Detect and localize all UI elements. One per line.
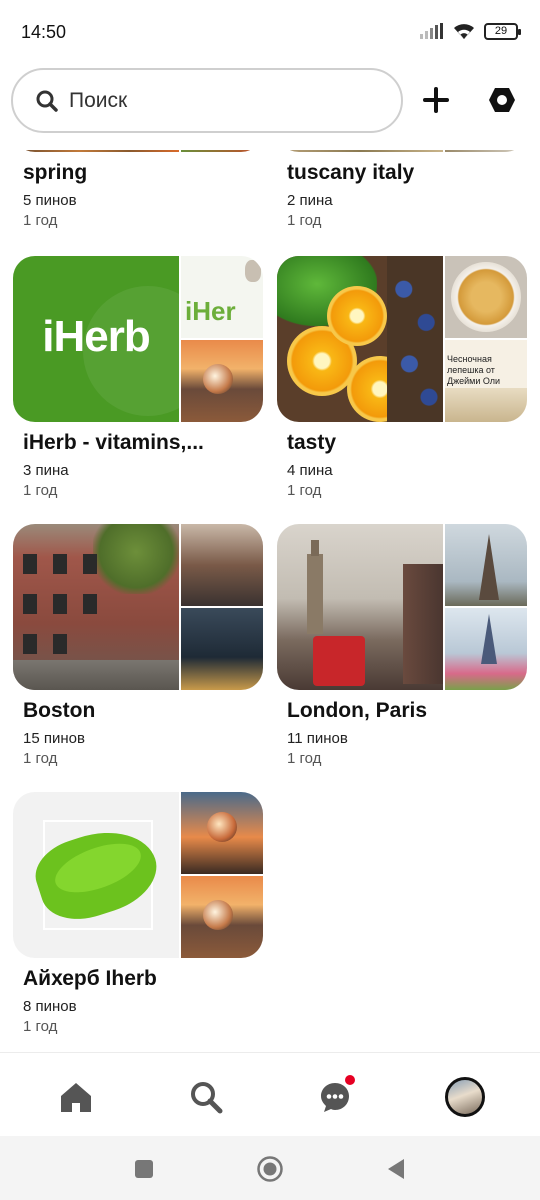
board-cover <box>277 524 527 690</box>
add-button[interactable] <box>416 80 456 120</box>
search-placeholder: Поиск <box>69 88 128 112</box>
board-age: 1 год <box>23 750 58 767</box>
status-time: 14:50 <box>21 22 67 42</box>
board-age: 1 год <box>23 212 58 229</box>
nav-messages[interactable] <box>313 1075 357 1119</box>
boards-grid: spring 5 пинов 1 год tuscany italy 2 пин… <box>0 150 540 1050</box>
board-pin-count: 3 пина <box>23 462 69 479</box>
search-icon <box>36 90 58 112</box>
home-icon <box>61 1083 91 1112</box>
nav-home[interactable] <box>54 1075 98 1119</box>
nav-profile[interactable] <box>443 1075 487 1119</box>
eiffel-tower-window-image <box>445 524 527 606</box>
board-age: 1 год <box>287 750 322 767</box>
board-title: Boston <box>23 699 96 722</box>
circle-home-icon <box>257 1156 283 1182</box>
board-age: 1 год <box>23 482 58 499</box>
garlic-flatbread-image: Чесночная лепешка от Джейми Оли <box>445 340 527 422</box>
board-card-aiherb[interactable]: Айхерб Iherb 8 пинов 1 год <box>13 792 263 1035</box>
status-bar: 14:50 29 <box>0 0 540 64</box>
board-title: spring <box>23 161 88 184</box>
system-nav-bar <box>0 1136 540 1200</box>
boston-night-image <box>181 608 263 690</box>
board-title: London, Paris <box>287 699 428 722</box>
iherb-side-image: iHer <box>181 256 263 338</box>
battery-indicator: 29 <box>484 22 521 40</box>
board-title: tuscany italy <box>287 161 415 184</box>
london-bus-image <box>277 524 443 690</box>
triangle-back-icon <box>388 1159 404 1179</box>
oranges-blueberries-image <box>277 256 443 422</box>
board-card-iherb[interactable]: iHerb iHer iHerb - vitamins,... 3 пина 1… <box>13 256 263 499</box>
board-age: 1 год <box>287 212 322 229</box>
board-cover-partial <box>277 150 527 152</box>
wifi-icon <box>454 24 474 39</box>
board-card-tasty[interactable]: Чесночная лепешка от Джейми Оли tasty 4 … <box>277 256 527 499</box>
battery-level: 29 <box>494 25 508 37</box>
board-pin-count: 4 пина <box>287 462 333 479</box>
board-title: Айхерб Iherb <box>23 967 157 990</box>
board-pin-count: 8 пинов <box>23 998 77 1015</box>
bottom-nav <box>0 1052 540 1136</box>
board-pin-count: 15 пинов <box>23 730 85 747</box>
board-cover <box>13 792 263 958</box>
home-system-button[interactable] <box>255 1154 285 1184</box>
board-cover-partial <box>13 150 263 152</box>
board-pin-count: 2 пина <box>287 192 333 209</box>
board-card[interactable]: spring 5 пинов 1 год <box>13 150 263 229</box>
search-icon <box>191 1082 223 1114</box>
board-pin-count: 11 пинов <box>287 730 348 747</box>
messages-icon <box>321 1083 349 1112</box>
board-cover: iHerb iHer <box>13 256 263 422</box>
board-card[interactable]: tuscany italy 2 пина 1 год <box>277 150 527 229</box>
notification-dot <box>345 1075 355 1085</box>
boston-street-image <box>181 524 263 606</box>
plus-icon <box>423 87 449 113</box>
sunset-sphere-image <box>181 876 263 958</box>
board-pin-count: 5 пинов <box>23 192 77 209</box>
settings-hexagon-icon <box>489 88 515 112</box>
search-input[interactable]: Поиск <box>11 68 403 133</box>
iherb-logo-image: iHerb <box>13 256 179 422</box>
board-cover: Чесночная лепешка от Джейми Оли <box>277 256 527 422</box>
board-age: 1 год <box>287 482 322 499</box>
back-button[interactable] <box>381 1154 411 1184</box>
signal-icon <box>420 23 443 39</box>
board-card-london-paris[interactable]: London, Paris 11 пинов 1 год <box>277 524 527 767</box>
square-recents-icon <box>135 1160 153 1178</box>
board-card-boston[interactable]: Boston 15 пинов 1 год <box>13 524 263 767</box>
pasta-image <box>445 256 527 338</box>
recents-button[interactable] <box>129 1154 159 1184</box>
settings-button[interactable] <box>482 80 522 120</box>
eiffel-tower-flowers-image <box>445 608 527 690</box>
brownstone-houses-image <box>13 524 179 690</box>
nav-search[interactable] <box>184 1075 228 1119</box>
sunset-glass-sphere-image <box>181 792 263 874</box>
board-cover <box>13 524 263 690</box>
board-title: tasty <box>287 431 337 454</box>
sunset-sphere-image <box>181 340 263 422</box>
green-brushstroke-image <box>13 792 179 958</box>
status-icons: 29 <box>420 22 521 40</box>
board-age: 1 год <box>23 1018 58 1035</box>
board-title: iHerb - vitamins,... <box>23 431 204 454</box>
profile-avatar <box>445 1077 485 1117</box>
